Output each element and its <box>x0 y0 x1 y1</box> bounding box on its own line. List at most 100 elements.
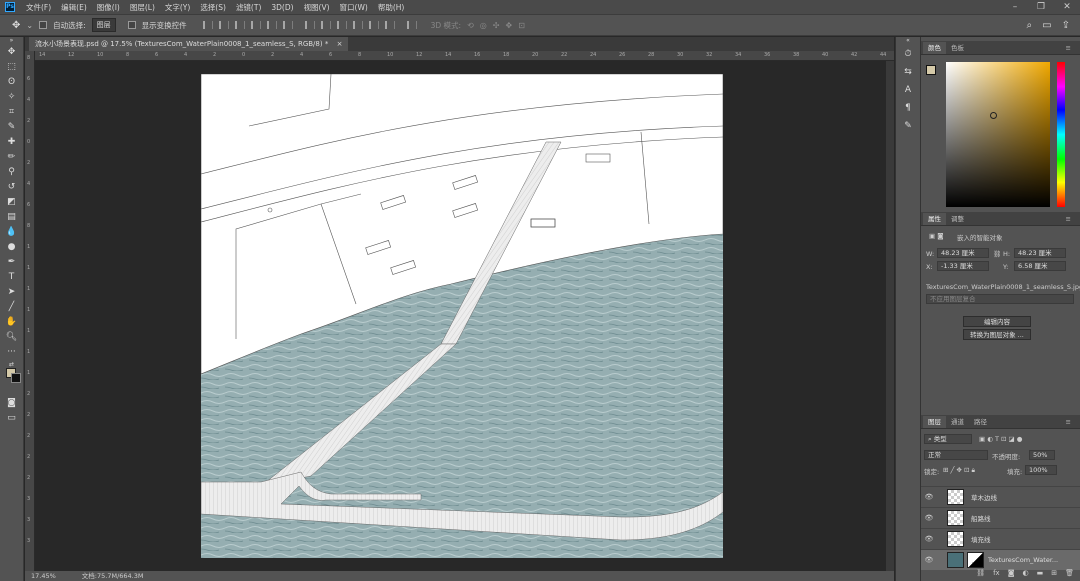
3d-pan-icon[interactable]: ✣ <box>493 21 500 30</box>
menu-item-edit[interactable]: 编辑(E) <box>56 2 92 13</box>
restore-icon[interactable]: ❐ <box>1028 2 1054 12</box>
search-icon[interactable]: ⌕ <box>1027 20 1033 31</box>
history-brush-tool-icon[interactable]: ↺ <box>0 180 23 195</box>
vertical-scrollbar[interactable] <box>886 61 894 571</box>
menu-item-filter[interactable]: 滤镜(T) <box>231 2 266 13</box>
color-picker-field[interactable] <box>946 62 1050 207</box>
menu-item-image[interactable]: 图像(I) <box>92 2 125 13</box>
share-icon[interactable]: ⇪ <box>1062 20 1070 31</box>
align-center-icon[interactable] <box>266 21 277 29</box>
character-panel-icon[interactable]: A <box>896 81 920 99</box>
blend-mode-dropdown[interactable]: 正常 <box>924 450 988 460</box>
tab-adjustments[interactable]: 调整 <box>946 213 969 225</box>
tab-properties[interactable]: 属性 <box>923 213 946 225</box>
crop-tool-icon[interactable]: ⌗ <box>0 105 23 120</box>
layer-row-water-texture[interactable]: 👁︎ TexturesCom_Water... <box>921 549 1080 570</box>
adjustment-layer-icon[interactable]: ◐ <box>1023 569 1029 581</box>
auto-align-icon[interactable] <box>406 21 417 29</box>
gradient-tool-icon[interactable]: ▤ <box>0 210 23 225</box>
tab-swatches[interactable]: 色板 <box>946 42 969 54</box>
panel-collapse-icon[interactable]: « <box>896 37 920 45</box>
history-panel-icon[interactable]: ⏱ <box>896 45 920 63</box>
transform-controls-checkbox[interactable] <box>127 21 136 29</box>
document-canvas[interactable] <box>201 74 723 558</box>
line-tool-icon[interactable]: ╱ <box>0 300 23 315</box>
zoom-tool-icon[interactable]: 🔍︎ <box>0 330 23 345</box>
auto-select-checkbox[interactable] <box>39 21 48 29</box>
type-tool-icon[interactable]: T <box>0 270 23 285</box>
width-field[interactable]: 48.23 厘米 <box>937 248 989 258</box>
3d-slide-icon[interactable]: ✥ <box>505 21 512 30</box>
align-middle-icon[interactable] <box>218 21 229 29</box>
filter-icons[interactable]: ▣ ◐ T ⊡ ◪ ● <box>979 435 1022 443</box>
distribute-right-icon[interactable] <box>384 21 395 29</box>
align-top-icon[interactable] <box>202 21 213 29</box>
x-field[interactable]: -1.33 厘米 <box>937 261 989 271</box>
move-tool-icon[interactable]: ✥ <box>12 20 20 31</box>
zoom-level[interactable]: 17.45% <box>31 571 56 581</box>
minimize-icon[interactable]: – <box>1002 2 1028 12</box>
brush-tool-icon[interactable]: ✏ <box>0 150 23 165</box>
paragraph-panel-icon[interactable]: ¶ <box>896 99 920 117</box>
document-tab[interactable]: 流水小场景表现.psd @ 17.5% (TexturesCom_WaterPl… <box>29 37 349 51</box>
distribute-top-icon[interactable] <box>304 21 315 29</box>
adjustments-panel-icon[interactable]: ⇆ <box>896 63 920 81</box>
menu-item-3d[interactable]: 3D(D) <box>266 3 298 12</box>
menu-item-help[interactable]: 帮助(H) <box>373 2 410 13</box>
dodge-tool-icon[interactable]: ● <box>0 240 23 255</box>
new-layer-icon[interactable]: ⊞ <box>1051 569 1057 581</box>
clone-stamp-tool-icon[interactable]: ⚲ <box>0 165 23 180</box>
distribute-center-icon[interactable] <box>368 21 379 29</box>
visibility-eye-icon[interactable]: 👁︎ <box>921 535 937 543</box>
tab-channels[interactable]: 通道 <box>946 416 969 428</box>
menu-item-select[interactable]: 选择(S) <box>195 2 231 13</box>
layer-row-boat-route[interactable]: 👁︎ 船路线 <box>921 507 1080 528</box>
edit-contents-button[interactable]: 编辑内容 <box>963 316 1031 327</box>
tab-color[interactable]: 颜色 <box>923 42 946 54</box>
panel-menu-icon[interactable]: ≡ <box>1061 416 1076 428</box>
3d-scale-icon[interactable]: ⊡ <box>518 21 525 30</box>
background-color-swatch[interactable] <box>11 373 21 383</box>
chevron-down-icon[interactable]: ⌄ <box>26 21 33 30</box>
3d-rotate-icon[interactable]: ⟲ <box>467 21 474 30</box>
blur-tool-icon[interactable]: 💧 <box>0 225 23 240</box>
layer-comp-field[interactable]: 不应用图层复合 <box>926 294 1074 304</box>
more-tools-icon[interactable]: ··· <box>0 345 23 360</box>
3d-roll-icon[interactable]: ◎ <box>480 21 487 30</box>
menu-item-view[interactable]: 视图(V) <box>299 2 335 13</box>
picker-cursor[interactable] <box>990 112 997 119</box>
menu-item-layer[interactable]: 图层(L) <box>125 2 160 13</box>
visibility-eye-icon[interactable]: 👁︎ <box>921 514 937 522</box>
visibility-eye-icon[interactable]: 👁︎ <box>921 556 937 564</box>
lasso-tool-icon[interactable]: ʘ <box>0 75 23 90</box>
workspace-icon[interactable]: ▭ <box>1042 20 1051 31</box>
close-icon[interactable]: ✕ <box>1054 2 1080 12</box>
fill-field[interactable]: 100% <box>1025 465 1057 475</box>
tab-layers[interactable]: 图层 <box>923 416 946 428</box>
add-mask-icon[interactable]: ◙ <box>1008 569 1015 581</box>
panel-foreground-swatch[interactable] <box>926 65 936 75</box>
convert-to-layers-button[interactable]: 转换为图层对象 ... <box>963 329 1031 340</box>
visibility-eye-icon[interactable]: 👁︎ <box>921 493 937 501</box>
pen-tool-icon[interactable]: ✒ <box>0 255 23 270</box>
y-field[interactable]: 6.58 厘米 <box>1014 261 1066 271</box>
tool-presets-icon[interactable]: ✎ <box>896 117 920 135</box>
eraser-tool-icon[interactable]: ◩ <box>0 195 23 210</box>
distribute-middle-icon[interactable] <box>320 21 331 29</box>
layer-row-grass-edge[interactable]: 👁︎ 草木边线 <box>921 486 1080 507</box>
path-selection-tool-icon[interactable]: ➤ <box>0 285 23 300</box>
align-right-icon[interactable] <box>282 21 293 29</box>
link-layers-icon[interactable]: ⛓ <box>976 569 985 581</box>
menu-item-window[interactable]: 窗口(W) <box>335 2 373 13</box>
layer-filter-dropdown[interactable]: ⌕ 类型 <box>924 434 972 444</box>
eyedropper-tool-icon[interactable]: ✎ <box>0 120 23 135</box>
hand-tool-icon[interactable]: ✋ <box>0 315 23 330</box>
healing-brush-tool-icon[interactable]: ✚ <box>0 135 23 150</box>
lock-icons[interactable]: ⊞ ╱ ✥ ⊡ 🔒︎ <box>943 466 975 475</box>
opacity-field[interactable]: 50% <box>1029 450 1055 460</box>
screen-mode-icon[interactable]: ▭ <box>0 411 23 426</box>
height-field[interactable]: 48.23 厘米 <box>1014 248 1066 258</box>
marquee-tool-icon[interactable]: ⬚ <box>0 60 23 75</box>
toolbar-collapse-icon[interactable]: » <box>0 37 23 45</box>
move-tool-icon[interactable]: ✥ <box>0 45 23 60</box>
